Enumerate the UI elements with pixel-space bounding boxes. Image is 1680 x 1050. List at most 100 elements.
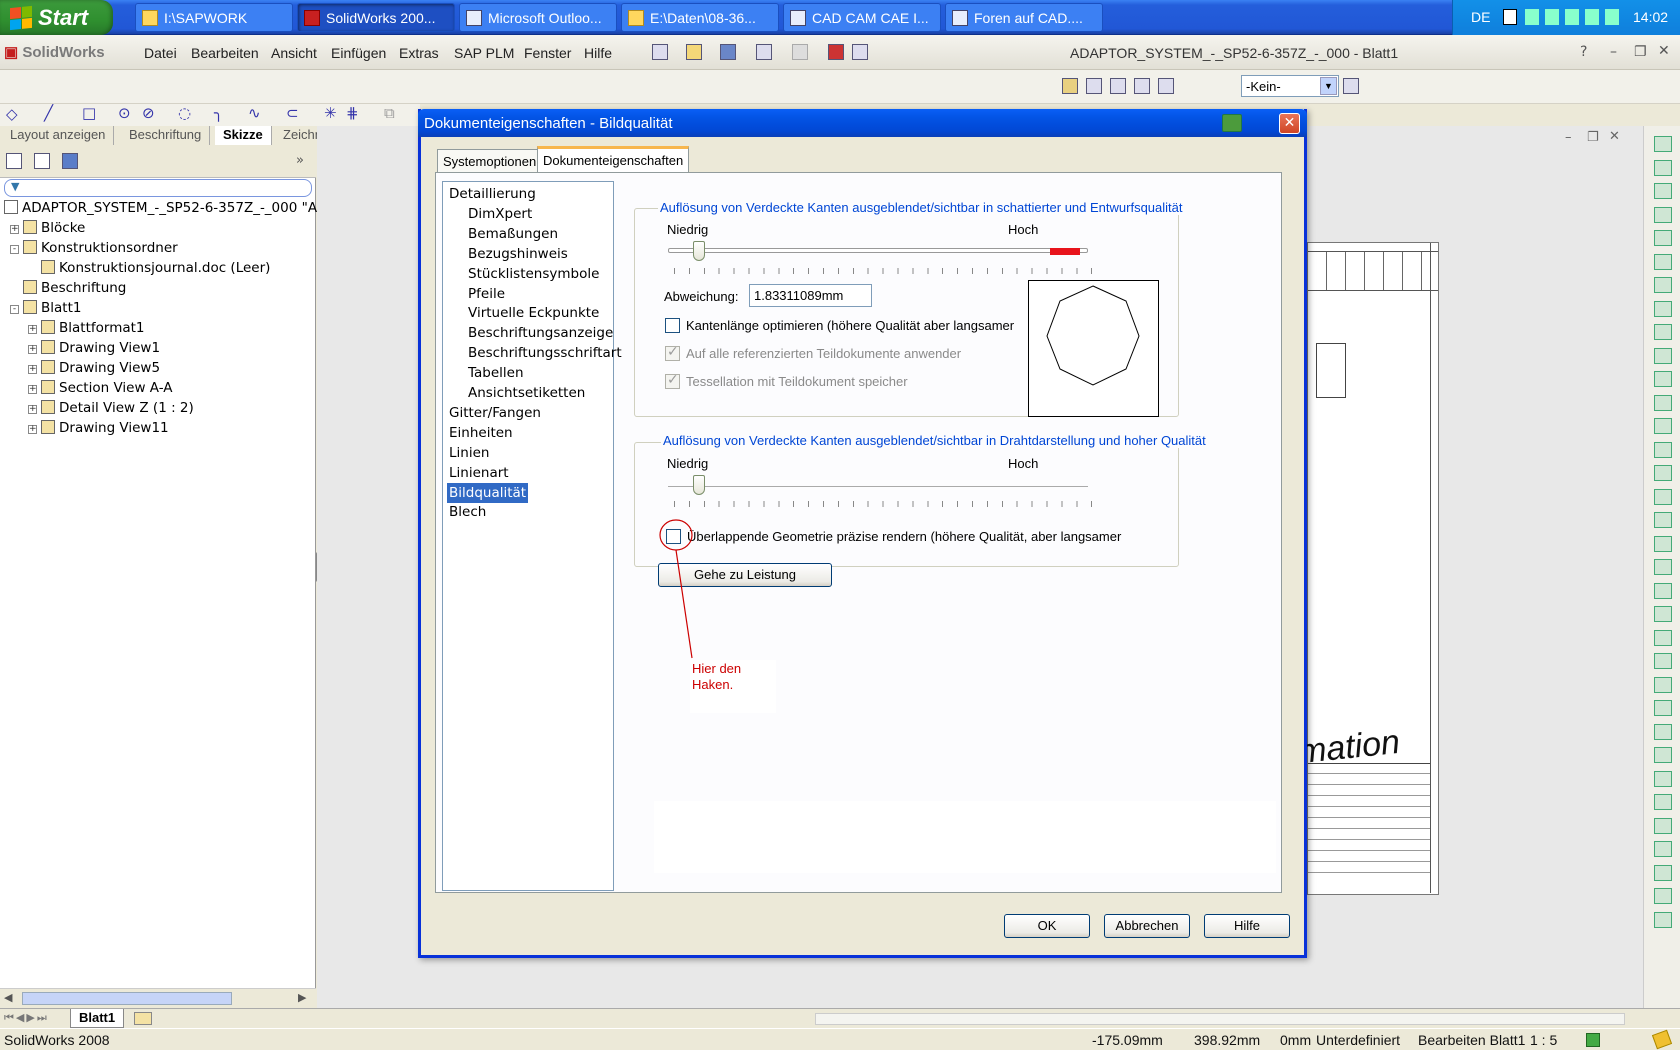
doc-close-icon[interactable]: ✕ bbox=[1609, 129, 1620, 144]
canvas-hscrollbar[interactable] bbox=[815, 1013, 1625, 1025]
nav-item[interactable]: Bemaßungen bbox=[466, 224, 560, 244]
expand-toggle-icon[interactable]: + bbox=[28, 365, 37, 374]
tree-item[interactable]: + Detail View Z (1 : 2) bbox=[28, 398, 194, 418]
mirror-icon[interactable]: ⧉ bbox=[384, 104, 395, 122]
line-icon[interactable]: ╱ bbox=[44, 104, 53, 122]
layer-icon[interactable] bbox=[1062, 78, 1078, 94]
perimeter-circle-icon[interactable]: ⊘ bbox=[142, 104, 155, 122]
quick-tips-icon[interactable] bbox=[1651, 1029, 1673, 1050]
point-icon[interactable]: ✳ bbox=[324, 104, 337, 122]
doc-minimize-icon[interactable]: – bbox=[1565, 130, 1572, 145]
print-icon[interactable] bbox=[756, 44, 772, 60]
tool-icon[interactable] bbox=[1654, 512, 1672, 528]
menu-einfuegen[interactable]: Einfügen bbox=[331, 45, 386, 61]
expand-toggle-icon[interactable]: + bbox=[28, 405, 37, 414]
tool-icon[interactable] bbox=[1654, 841, 1672, 857]
spline-icon[interactable]: ∿ bbox=[248, 104, 261, 122]
menu-datei[interactable]: Datei bbox=[144, 45, 177, 61]
tool-icon[interactable] bbox=[1654, 230, 1672, 246]
deviation-input[interactable]: 1.83311089mm bbox=[749, 284, 872, 307]
tab-systemoptionen[interactable]: Systemoptionen bbox=[437, 149, 543, 172]
nav-item[interactable]: Ansichtsetiketten bbox=[466, 383, 587, 403]
tool-icon[interactable] bbox=[1654, 488, 1672, 505]
sheet-nav-icons[interactable]: ⏮◀▶⏭ bbox=[4, 1011, 49, 1025]
smart-dimension-icon[interactable]: ◇ bbox=[6, 105, 18, 123]
add-sheet-icon[interactable] bbox=[134, 1012, 152, 1025]
menu-bearbeiten[interactable]: Bearbeiten bbox=[191, 45, 259, 61]
slider2-track[interactable] bbox=[668, 486, 1088, 487]
tool-icon[interactable] bbox=[1654, 747, 1672, 763]
expand-toggle-icon[interactable]: - bbox=[10, 245, 19, 254]
task-solidworks[interactable]: SolidWorks 200... bbox=[297, 3, 455, 32]
feature-tree-tab-icon[interactable] bbox=[6, 153, 22, 169]
fillet-icon[interactable]: ╮ bbox=[214, 104, 223, 122]
tool-icon[interactable] bbox=[1654, 888, 1672, 904]
new-document-icon[interactable] bbox=[652, 44, 668, 60]
layer-select[interactable]: -Kein- ▼ bbox=[1241, 75, 1339, 97]
chevron-down-icon[interactable]: ▼ bbox=[1320, 77, 1337, 95]
minimize-icon[interactable]: – bbox=[1610, 44, 1617, 60]
nav-item[interactable]: DimXpert bbox=[466, 204, 534, 224]
scroll-left-icon[interactable]: ◀ bbox=[4, 991, 12, 1004]
tool-icon[interactable] bbox=[1654, 559, 1672, 575]
task-cadcam[interactable]: CAD CAM CAE I... bbox=[783, 3, 941, 32]
tool-icon[interactable] bbox=[1654, 582, 1672, 599]
tool-icon[interactable] bbox=[1654, 864, 1672, 881]
rebuild-icon[interactable] bbox=[828, 44, 844, 60]
menu-fenster[interactable]: Fenster bbox=[524, 45, 571, 61]
tool-icon[interactable] bbox=[1654, 300, 1672, 317]
tool-icon[interactable] bbox=[1654, 206, 1672, 223]
expand-panel-icon[interactable]: » bbox=[296, 153, 304, 168]
tree-item[interactable]: + Section View A-A bbox=[28, 378, 173, 398]
sheet-tab-blatt1[interactable]: Blatt1 bbox=[70, 1009, 125, 1028]
tool-icon[interactable] bbox=[1654, 253, 1672, 270]
tool-icon[interactable] bbox=[1654, 347, 1672, 364]
tab-layout-anzeigen[interactable]: Layout anzeigen bbox=[2, 126, 115, 145]
hide-edge-icon[interactable] bbox=[1158, 78, 1174, 94]
help-icon[interactable]: ? bbox=[1580, 44, 1587, 60]
tool-icon[interactable] bbox=[1654, 700, 1672, 716]
nav-item[interactable]: Pfeile bbox=[466, 284, 507, 304]
tool-icon[interactable] bbox=[1654, 629, 1672, 646]
tool-icon[interactable] bbox=[1654, 371, 1672, 387]
tray-icons[interactable] bbox=[1525, 9, 1625, 25]
scroll-right-icon[interactable]: ▶ bbox=[298, 991, 306, 1004]
tree-item[interactable]: - Blatt1 bbox=[10, 298, 81, 318]
tool-icon[interactable] bbox=[1654, 394, 1672, 411]
tool-icon[interactable] bbox=[1654, 465, 1672, 481]
tab-dokumenteigenschaften[interactable]: Dokumenteigenschaften bbox=[537, 146, 690, 173]
tree-root[interactable]: ADAPTOR_SYSTEM_-_SP52-6-357Z_-_000 "Ad bbox=[4, 198, 325, 218]
task-sapwork[interactable]: I:\SAPWORK bbox=[135, 3, 293, 32]
tool-icon[interactable] bbox=[1654, 606, 1672, 622]
nav-item[interactable]: Blech bbox=[447, 502, 488, 522]
arc-icon[interactable]: ◌ bbox=[178, 104, 191, 122]
expand-toggle-icon[interactable]: + bbox=[10, 225, 19, 234]
tree-item[interactable]: + Blattformat1 bbox=[28, 318, 145, 338]
nav-item[interactable]: Virtuelle Eckpunkte bbox=[466, 303, 601, 323]
tool-icon[interactable] bbox=[1654, 653, 1672, 669]
tool-icon[interactable] bbox=[1654, 723, 1672, 740]
tool-icon[interactable] bbox=[1654, 794, 1672, 810]
tab-beschriftung[interactable]: Beschriftung bbox=[121, 126, 211, 145]
dialog-close-button[interactable]: ✕ bbox=[1279, 113, 1300, 134]
property-manager-tab-icon[interactable] bbox=[34, 153, 50, 169]
nav-item[interactable]: Beschriftungsanzeige bbox=[466, 323, 615, 343]
nav-item[interactable]: Linien bbox=[447, 443, 491, 463]
tree-item[interactable]: + Drawing View5 bbox=[28, 358, 160, 378]
line-color-icon[interactable] bbox=[1086, 78, 1102, 94]
menu-extras[interactable]: Extras bbox=[399, 45, 439, 61]
tool-icon[interactable] bbox=[1654, 535, 1672, 552]
save-icon[interactable] bbox=[720, 44, 736, 60]
ellipse-icon[interactable]: ⊂ bbox=[286, 104, 299, 122]
tree-filter-input[interactable]: ▼ bbox=[4, 179, 312, 197]
line-thickness-icon[interactable] bbox=[1110, 78, 1126, 94]
circle-icon[interactable]: ⊙ bbox=[118, 104, 131, 122]
tool-icon[interactable] bbox=[1654, 183, 1672, 199]
line-style-icon[interactable] bbox=[1134, 78, 1150, 94]
nav-item[interactable]: Linienart bbox=[447, 463, 511, 483]
expand-toggle-icon[interactable]: + bbox=[28, 325, 37, 334]
tree-item[interactable]: + Blöcke bbox=[10, 218, 85, 238]
tool-icon[interactable] bbox=[1654, 770, 1672, 787]
menu-hilfe[interactable]: Hilfe bbox=[584, 45, 612, 61]
expand-toggle-icon[interactable]: + bbox=[28, 425, 37, 434]
